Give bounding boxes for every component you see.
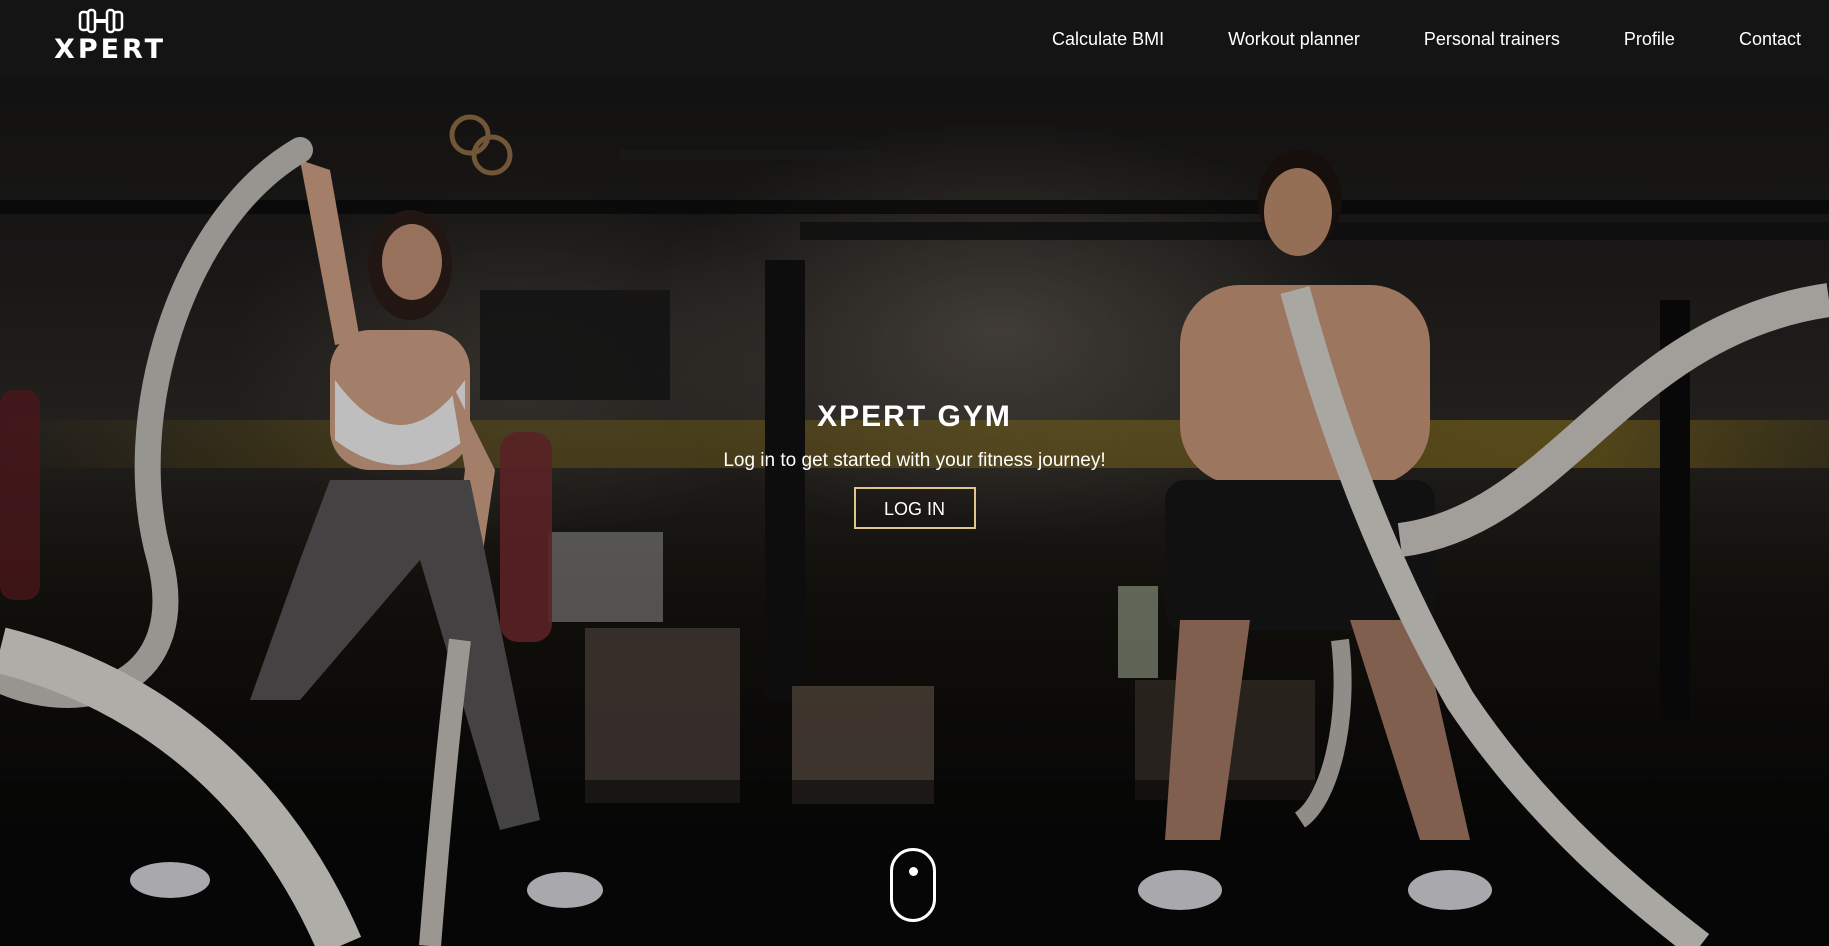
login-button[interactable]: LOG IN: [853, 487, 976, 529]
navbar: XPERT Calculate BMI Workout planner Pers…: [0, 0, 1829, 78]
logo-text: XPERT: [54, 34, 167, 65]
nav-link-profile[interactable]: Profile: [1592, 0, 1707, 78]
hero-subtitle: Log in to get started with your fitness …: [723, 450, 1106, 471]
logo[interactable]: XPERT: [54, 8, 167, 68]
main-nav: Calculate BMI Workout planner Personal t…: [1020, 0, 1829, 78]
scroll-wheel-dot: [909, 867, 918, 876]
nav-link-calculate-bmi[interactable]: Calculate BMI: [1020, 0, 1196, 78]
mouse-scroll-icon[interactable]: [890, 848, 936, 922]
nav-link-personal-trainers[interactable]: Personal trainers: [1392, 0, 1592, 78]
hero-title: XPERT GYM: [817, 400, 1012, 433]
nav-link-workout-planner[interactable]: Workout planner: [1196, 0, 1392, 78]
page: XPERT Calculate BMI Workout planner Pers…: [0, 0, 1829, 946]
nav-link-contact[interactable]: Contact: [1707, 0, 1829, 78]
hero-content: XPERT GYM Log in to get started with you…: [0, 396, 1829, 529]
dumbbell-icon: [78, 8, 124, 34]
